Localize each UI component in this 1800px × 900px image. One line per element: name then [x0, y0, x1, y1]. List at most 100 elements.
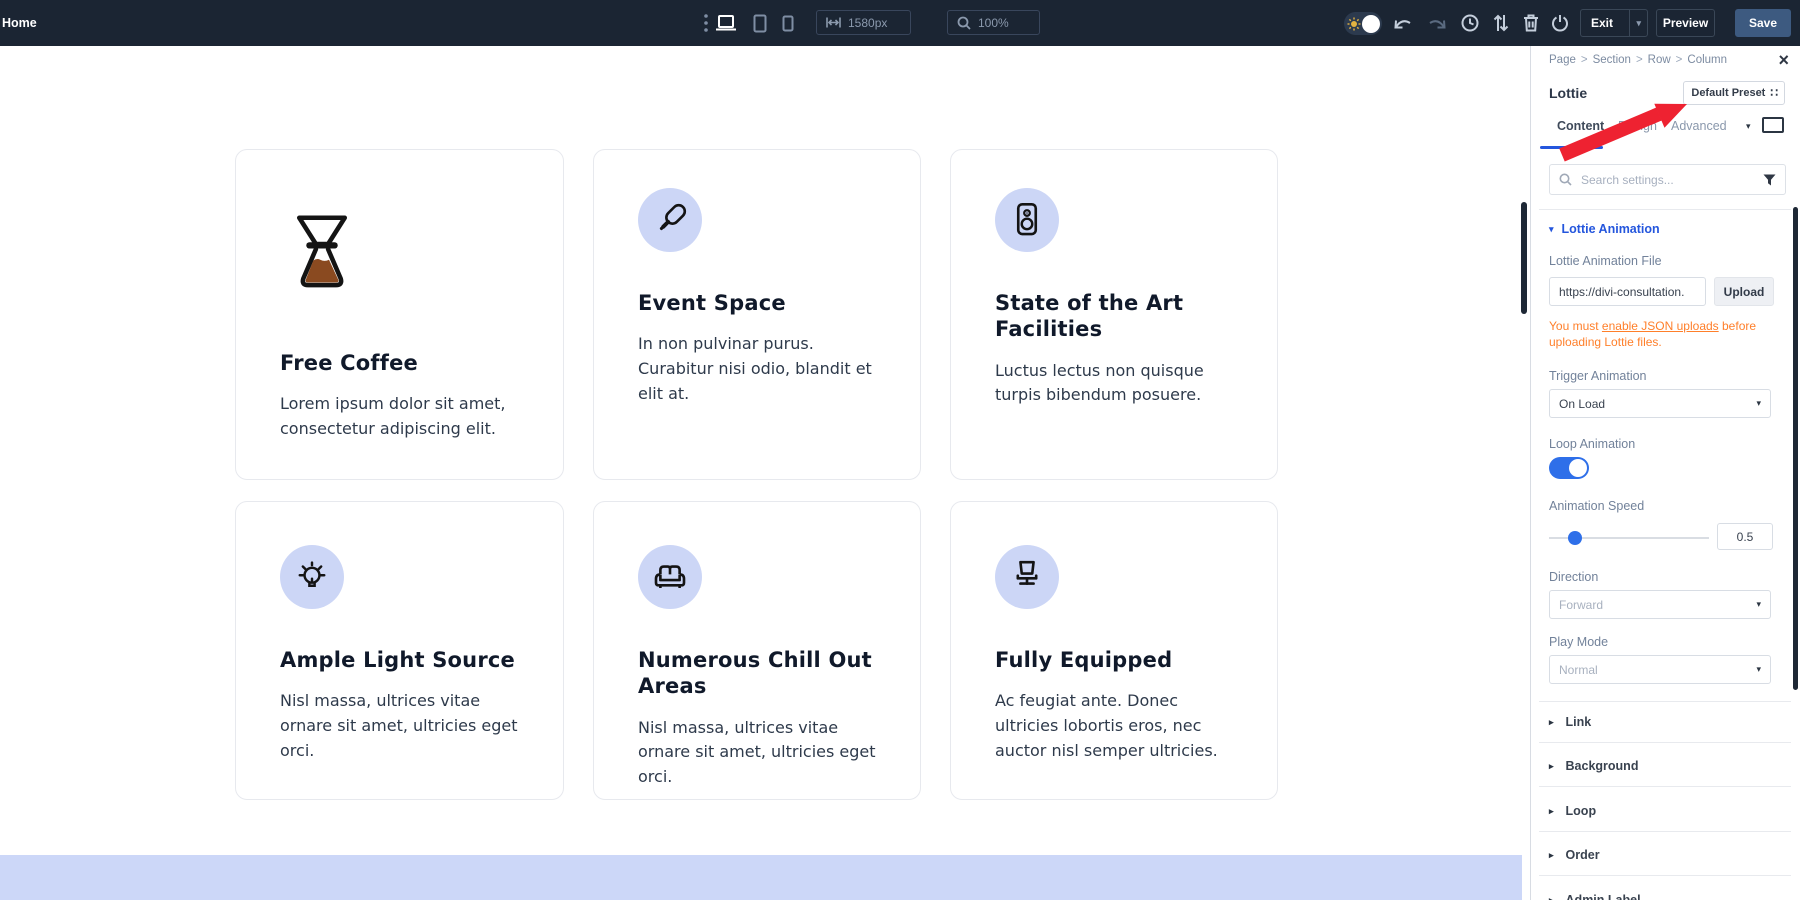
preview-frame-icon[interactable]	[1762, 117, 1784, 133]
direction-select[interactable]: Forward ▾	[1549, 590, 1771, 619]
section-order[interactable]: ▸ Order	[1549, 848, 1600, 862]
card-title: Ample Light Source	[280, 647, 519, 673]
section-collapsed-caret-icon: ▸	[1549, 761, 1554, 772]
section-collapsed-caret-icon: ▸	[1549, 895, 1554, 900]
default-preset-button[interactable]: Default Preset ∷	[1683, 81, 1785, 105]
power-icon[interactable]	[1548, 0, 1572, 46]
exit-button[interactable]: Exit ▾	[1580, 9, 1648, 37]
search-input[interactable]	[1579, 172, 1756, 188]
preview-button[interactable]: Preview	[1656, 9, 1715, 37]
feature-card-event-space[interactable]: Event Space In non pulvinar purus. Curab…	[593, 149, 921, 480]
chevron-down-icon: ▾	[1756, 664, 1761, 675]
paddle-icon	[638, 188, 702, 252]
undo-icon[interactable]	[1391, 0, 1415, 46]
sort-arrows-icon[interactable]	[1489, 0, 1513, 46]
card-title: State of the Art Facilities	[995, 290, 1233, 343]
panel-scrollbar[interactable]	[1793, 207, 1798, 690]
loop-animation-toggle[interactable]	[1549, 457, 1589, 479]
card-body: Luctus lectus non quisque turpis bibendu…	[995, 359, 1233, 409]
breadcrumb-page[interactable]: Page	[1549, 54, 1576, 66]
exit-dropdown-caret[interactable]: ▾	[1629, 10, 1647, 36]
file-label: Lottie Animation File	[1549, 254, 1662, 268]
tab-content[interactable]: Content	[1557, 119, 1604, 133]
builder-mode-toggle[interactable]	[1344, 12, 1382, 35]
preset-icon: ∷	[1770, 86, 1777, 100]
card-title: Numerous Chill Out Areas	[638, 647, 876, 700]
desktop-view-icon[interactable]	[714, 0, 738, 46]
phone-view-icon[interactable]	[776, 0, 800, 46]
chevron-down-icon: ▾	[1756, 398, 1761, 409]
active-tab-underline	[1540, 146, 1603, 149]
feature-card-facilities[interactable]: State of the Art Facilities Luctus lectu…	[950, 149, 1278, 480]
divider	[1539, 875, 1791, 876]
toggle-knob	[1362, 15, 1380, 33]
tablet-view-icon[interactable]	[748, 0, 772, 46]
filter-funnel-icon[interactable]	[1763, 174, 1776, 186]
section-lottie-animation[interactable]: ▾ Lottie Animation	[1549, 222, 1660, 236]
lottie-file-input[interactable]	[1549, 277, 1706, 306]
json-upload-warning: You must enable JSON uploads before uplo…	[1549, 319, 1777, 350]
breadcrumb-section[interactable]: Section	[1593, 54, 1631, 66]
coffee-maker-icon	[280, 208, 519, 294]
card-body: Nisl massa, ultrices vitae ornare sit am…	[638, 716, 876, 790]
section-collapsed-caret-icon: ▸	[1549, 717, 1554, 728]
lightbulb-icon	[280, 545, 344, 609]
page-canvas: Free Coffee Lorem ipsum dolor sit amet, …	[0, 46, 1530, 900]
divider	[1539, 209, 1791, 210]
sofa-icon	[638, 545, 702, 609]
slider-handle[interactable]	[1568, 531, 1582, 545]
panel-drag-handle[interactable]	[1521, 202, 1527, 314]
redo-icon[interactable]	[1425, 0, 1449, 46]
section-expanded-caret-icon: ▾	[1549, 224, 1554, 235]
enable-json-uploads-link[interactable]: enable JSON uploads	[1602, 319, 1719, 333]
card-title: Free Coffee	[280, 350, 519, 376]
divider	[1539, 831, 1791, 832]
card-title: Event Space	[638, 290, 876, 316]
chevron-down-icon: ▾	[1756, 599, 1761, 610]
trigger-label: Trigger Animation	[1549, 369, 1647, 383]
breadcrumb-column[interactable]: Column	[1687, 54, 1727, 66]
breadcrumb-row[interactable]: Row	[1648, 54, 1671, 66]
canvas-width-input[interactable]: 1580px	[816, 10, 911, 35]
card-body: Ac feugiat ante. Donec ultricies loborti…	[995, 689, 1233, 763]
speed-label: Animation Speed	[1549, 499, 1644, 513]
feature-card-free-coffee[interactable]: Free Coffee Lorem ipsum dolor sit amet, …	[235, 149, 564, 480]
feature-card-light-source[interactable]: Ample Light Source Nisl massa, ultrices …	[235, 501, 564, 800]
canvas-zoom-input[interactable]: 100%	[947, 10, 1040, 35]
sun-icon	[1347, 17, 1361, 31]
tab-design[interactable]: Design	[1618, 119, 1657, 133]
trigger-animation-select[interactable]: On Load ▾	[1549, 389, 1771, 418]
module-title: Lottie	[1549, 85, 1587, 101]
section-admin-label[interactable]: ▸ Admin Label	[1549, 893, 1641, 900]
feature-card-chill-out[interactable]: Numerous Chill Out Areas Nisl massa, ult…	[593, 501, 921, 800]
feature-card-fully-equipped[interactable]: Fully Equipped Ac feugiat ante. Donec ul…	[950, 501, 1278, 800]
width-arrows-icon	[826, 17, 841, 28]
page-title: Home	[2, 0, 37, 46]
tab-options-caret-icon[interactable]: ▾	[1746, 121, 1751, 132]
zoom-magnifier-icon	[957, 16, 971, 30]
card-body: Nisl massa, ultrices vitae ornare sit am…	[280, 689, 519, 763]
loop-label: Loop Animation	[1549, 437, 1635, 451]
speaker-icon	[995, 188, 1059, 252]
settings-search[interactable]	[1549, 164, 1786, 195]
section-loop[interactable]: ▸ Loop	[1549, 804, 1596, 818]
builder-toolbar: Home 1580px 100%	[0, 0, 1800, 46]
section-background[interactable]: ▸ Background	[1549, 759, 1638, 773]
divider	[1539, 701, 1791, 702]
toggle-knob	[1569, 459, 1587, 477]
next-section-band	[0, 855, 1522, 900]
trash-icon[interactable]	[1519, 0, 1543, 46]
card-body: Lorem ipsum dolor sit amet, consectetur …	[280, 392, 519, 442]
save-button[interactable]: Save	[1735, 9, 1791, 37]
tab-advanced[interactable]: Advanced	[1671, 119, 1727, 133]
section-link[interactable]: ▸ Link	[1549, 715, 1591, 729]
close-icon[interactable]: ×	[1778, 49, 1789, 71]
card-title: Fully Equipped	[995, 647, 1233, 673]
section-collapsed-caret-icon: ▸	[1549, 806, 1554, 817]
direction-label: Direction	[1549, 570, 1598, 584]
card-body: In non pulvinar purus. Curabitur nisi od…	[638, 332, 876, 406]
play-mode-select[interactable]: Normal ▾	[1549, 655, 1771, 684]
upload-button[interactable]: Upload	[1714, 277, 1774, 306]
history-clock-icon[interactable]	[1458, 0, 1482, 46]
speed-value-input[interactable]	[1717, 523, 1773, 550]
